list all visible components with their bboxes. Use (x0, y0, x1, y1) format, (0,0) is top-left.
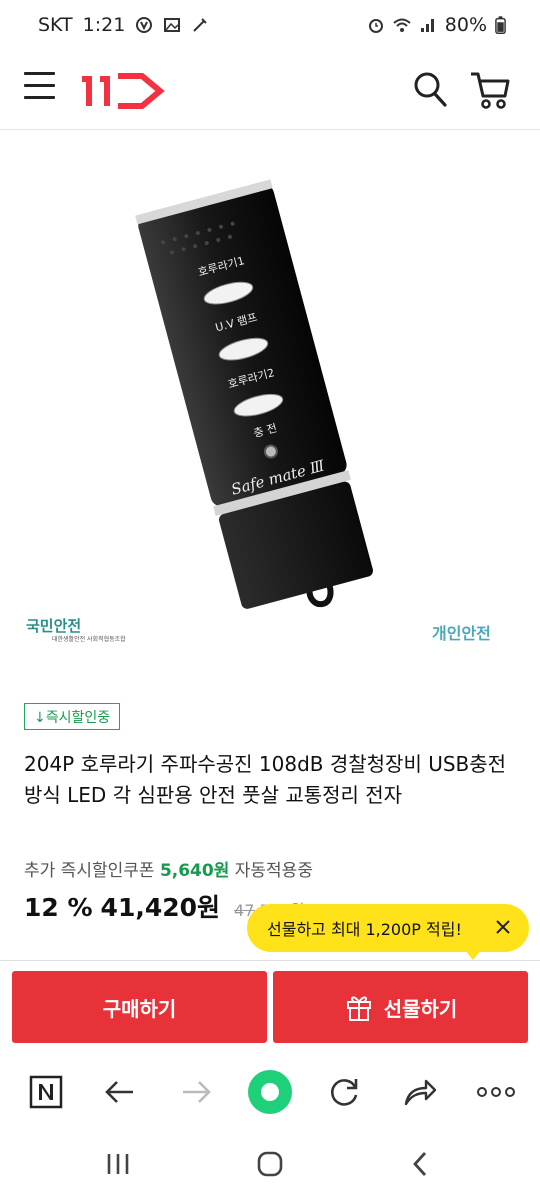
status-bar: SKT 1:21 80% (0, 0, 540, 50)
instant-discount-badge: ↓즉시할인중 (24, 703, 121, 730)
coupon-prefix: 추가 즉시할인쿠폰 (24, 861, 160, 881)
share-icon[interactable] (398, 1070, 442, 1114)
coupon-suffix: 자동적용중 (229, 861, 313, 881)
battery-percent: 80% (444, 14, 487, 36)
gallery-notification-icon (164, 18, 181, 32)
forward-arrow-icon[interactable] (174, 1070, 218, 1114)
watermark-left-sub: 대한생활안전 사회적협동조합 (52, 635, 126, 643)
app-notification-icon (136, 17, 153, 33)
more-icon[interactable] (474, 1070, 518, 1114)
eleven-street-logo[interactable] (80, 68, 166, 112)
battery-icon (495, 16, 506, 34)
wifi-icon (393, 18, 411, 32)
product-image[interactable]: 호루라기1 U.V 램프 호루라기2 충 전 Safe mate Ⅲ 국민안전 … (0, 131, 540, 676)
gift-label: 선물하기 (383, 996, 458, 1021)
cart-icon[interactable] (468, 68, 512, 112)
watermark-right: 개인안전 (432, 624, 491, 643)
system-navigation-bar (0, 1130, 540, 1200)
home-green-icon[interactable] (246, 1068, 294, 1116)
back-arrow-icon[interactable] (98, 1070, 142, 1114)
coupon-info: 추가 즉시할인쿠폰 5,640원 자동적용중 (24, 856, 313, 881)
buy-label: 구매하기 (102, 996, 177, 1021)
system-back-icon[interactable] (400, 1148, 440, 1180)
naver-n-icon[interactable] (24, 1070, 68, 1114)
app-header (0, 50, 540, 130)
signal-icon (420, 19, 434, 32)
gift-button[interactable]: 선물하기 (273, 971, 528, 1043)
clock: 1:21 (82, 14, 126, 36)
sale-price: 41,420원 (100, 893, 221, 922)
carrier-label: SKT (38, 14, 73, 36)
coupon-amount: 5,640원 (159, 861, 230, 881)
tools-notification-icon (193, 18, 208, 32)
home-button-icon[interactable] (250, 1148, 290, 1180)
browser-toolbar (0, 1052, 540, 1130)
close-icon[interactable] (493, 917, 513, 937)
gift-points-tooltip[interactable]: 선물하고 최대 1,200P 적립! (247, 904, 529, 960)
discount-rate: 12 % (24, 893, 93, 922)
tooltip-tail (465, 950, 481, 960)
whistle-device-illustration: 호루라기1 U.V 램프 호루라기2 충 전 Safe mate Ⅲ 국민안전 … (26, 179, 491, 643)
buy-button[interactable]: 구매하기 (12, 971, 267, 1043)
menu-icon[interactable] (24, 72, 56, 106)
product-title: 204P 호루라기 주파수공진 108dB 경찰청장비 USB충전방식 LED … (24, 752, 507, 807)
purchase-bar: 구매하기 선물하기 (0, 960, 540, 1052)
tooltip-text: 선물하고 최대 1,200P 적립! (267, 920, 462, 939)
search-icon[interactable] (412, 70, 448, 108)
alarm-icon (368, 19, 383, 33)
gift-icon (346, 996, 371, 1021)
refresh-icon[interactable] (322, 1070, 366, 1114)
recent-apps-icon[interactable] (98, 1148, 138, 1180)
watermark-left: 국민안전 (26, 617, 81, 635)
